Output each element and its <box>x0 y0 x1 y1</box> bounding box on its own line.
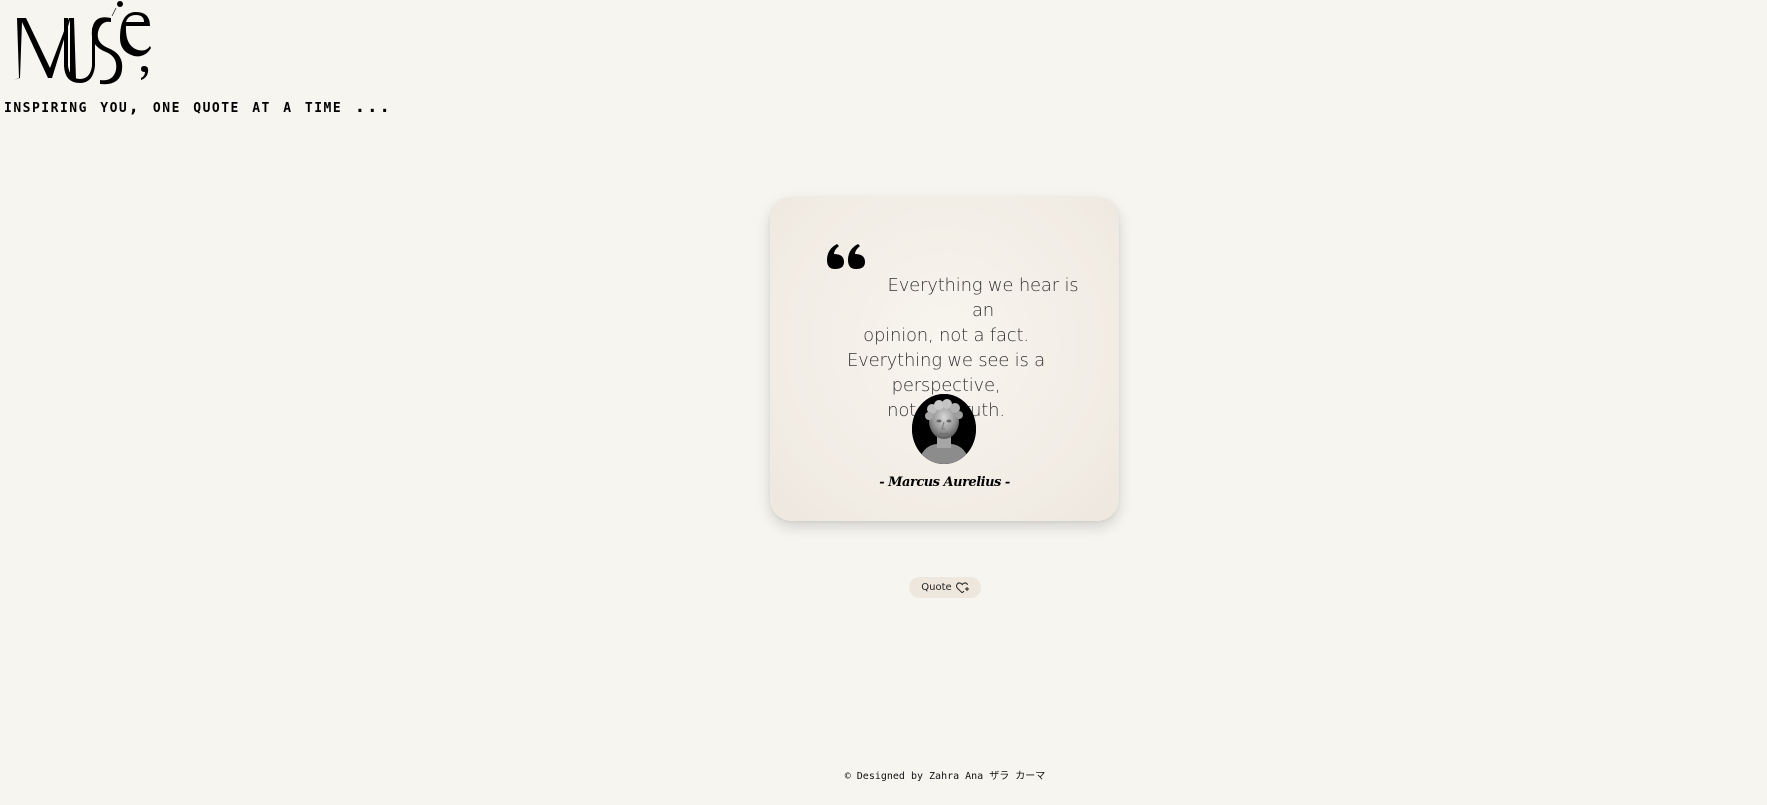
heart-plus-icon <box>955 581 969 593</box>
footer-credit: © Designed by Zahra Ana ザラ カーマ <box>844 771 1046 782</box>
page: INSPIRING YOU, ONE QUOTE AT A TIME ... E… <box>0 0 1767 805</box>
muse-logo <box>8 0 158 90</box>
quote-line: Everything we see is a perspective, <box>846 350 1046 396</box>
quote-line: Everything we hear is an <box>887 275 1079 321</box>
new-quote-button-label: Quote <box>921 582 952 593</box>
author-portrait <box>912 394 976 464</box>
tagline: INSPIRING YOU, ONE QUOTE AT A TIME ... <box>4 96 392 117</box>
new-quote-button[interactable]: Quote <box>909 577 981 598</box>
author-name: - Marcus Aurelius - <box>879 475 1010 490</box>
quote-card: Everything we hear is an opinion, not a … <box>770 197 1119 521</box>
quote-line: opinion, not a fact. <box>863 325 1029 346</box>
quote-icon <box>827 244 865 269</box>
